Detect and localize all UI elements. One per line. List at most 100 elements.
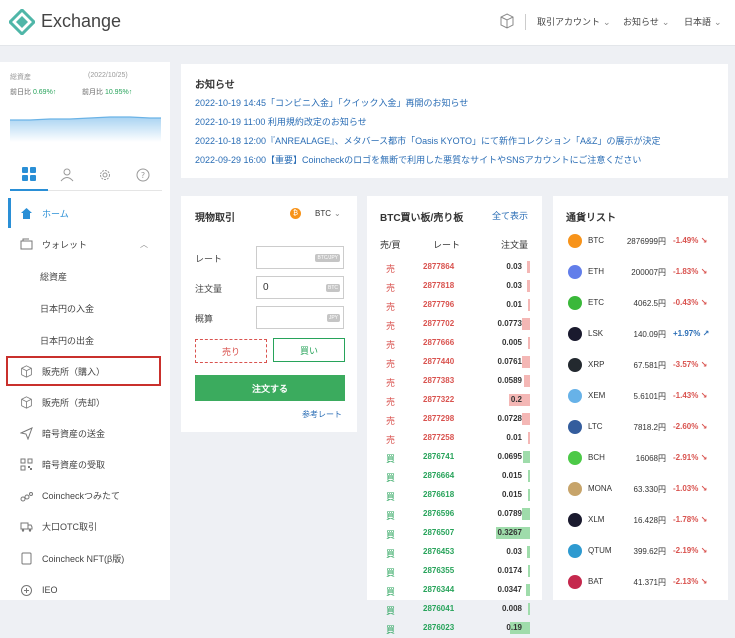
truck-icon xyxy=(18,518,34,534)
sidebar-item-label: 大口OTC取引 xyxy=(42,521,97,532)
depth-bar xyxy=(526,280,530,292)
order-book-row[interactable]: 買 2876453 0.03 xyxy=(367,543,542,562)
coin-symbol: LTC xyxy=(588,422,603,431)
sell-button[interactable]: 売り xyxy=(195,339,267,363)
amount-field[interactable]: 0 BTC xyxy=(256,276,344,299)
sidebar-item-home[interactable]: ホーム xyxy=(8,198,162,228)
sidebar-item-label: Coincheckつみたて xyxy=(42,490,121,501)
account-menu[interactable]: 取引アカウント ⌄ xyxy=(537,15,611,28)
order-rate: 2877383 xyxy=(423,376,455,385)
coin-row[interactable]: BTC 2876999円 -1.49% ↘ xyxy=(553,226,728,257)
order-side: 買 xyxy=(386,511,396,521)
place-order-button[interactable]: 注文する xyxy=(195,375,345,401)
coin-row[interactable]: XRP 67.581円 -3.57% ↘ xyxy=(553,350,728,381)
prev-day-change: 前日比 0.69%↑ xyxy=(10,89,57,96)
depth-bar xyxy=(528,337,530,349)
coin-row[interactable]: MONA 63.330円 -1.03% ↘ xyxy=(553,474,728,505)
language-menu[interactable]: 日本語 ⌄ xyxy=(684,15,722,28)
order-book-row[interactable]: 売 2877818 0.03 xyxy=(367,277,542,296)
sidebar-item-sell[interactable]: 販売所（売却） xyxy=(8,387,162,417)
estimate-unit-tag: JPY xyxy=(326,314,340,322)
sidebar-subitem-total-assets[interactable]: 総資産 xyxy=(40,270,67,283)
order-book-row[interactable]: 売 2877322 0.2 xyxy=(367,391,542,410)
coin-row[interactable]: BAT 41.371円 -2.13% ↘ xyxy=(553,567,728,598)
coin-symbol: XRP xyxy=(588,360,605,369)
sidebar-item-receive[interactable]: 暗号資産の受取 xyxy=(8,449,162,479)
news-item[interactable]: 2022-10-19 14:45「コンビニ入金」「クイック入金」再開のお知らせ xyxy=(195,96,468,109)
depth-bar xyxy=(522,356,530,368)
order-book-row[interactable]: 買 2876041 0.008 xyxy=(367,600,542,619)
order-book-row[interactable]: 売 2877864 0.03 xyxy=(367,258,542,277)
order-book-row[interactable]: 売 2877298 0.0728 xyxy=(367,410,542,429)
depth-bar xyxy=(521,318,530,330)
tab-dashboard[interactable] xyxy=(10,159,48,191)
notice-menu-label: お知らせ xyxy=(623,17,659,27)
coin-row[interactable]: ETC 4062.5円 -0.43% ↘ xyxy=(553,288,728,319)
order-book-row[interactable]: 買 2876355 0.0174 xyxy=(367,562,542,581)
coin-row[interactable]: LTC 7818.2円 -2.60% ↘ xyxy=(553,412,728,443)
order-book-row[interactable]: 売 2877702 0.0773 xyxy=(367,315,542,334)
order-side: 買 xyxy=(386,473,396,483)
news-item[interactable]: 2022-10-18 12:00『ANREALAGE』、メタバース都市「Oasi… xyxy=(195,134,660,147)
coin-price: 16.428円 xyxy=(633,516,666,525)
reference-rate-link[interactable]: 参考レート xyxy=(302,409,342,420)
order-side: 買 xyxy=(386,568,396,578)
order-book-row[interactable]: 買 2876741 0.0695 xyxy=(367,448,542,467)
stellar-icon xyxy=(568,513,582,527)
sidebar-subitem-jpy-withdraw[interactable]: 日本円の出金 xyxy=(40,334,94,347)
sidebar-item-nft[interactable]: Coincheck NFT(β版) xyxy=(8,543,162,573)
tab-settings[interactable] xyxy=(86,159,124,191)
sidebar-item-wallet[interactable]: ウォレット ︿ xyxy=(8,229,162,259)
sidebar-subitem-jpy-deposit[interactable]: 日本円の入金 xyxy=(40,302,94,315)
estimate-field[interactable]: JPY xyxy=(256,306,344,329)
notice-menu[interactable]: お知らせ ⌄ xyxy=(623,15,669,28)
news-item[interactable]: 2022-10-19 11:00 利用規約改定のお知らせ xyxy=(195,115,367,128)
chevron-down-icon: ⌄ xyxy=(334,209,341,218)
coin-list-panel: 通貨リスト BTC 2876999円 -1.49% ↘ ETH 200007円 -1.83… xyxy=(553,196,728,600)
coin-row[interactable]: ETH 200007円 -1.83% ↘ xyxy=(553,257,728,288)
coin-price: 2876999円 xyxy=(626,237,666,246)
sidebar-item-otc[interactable]: 大口OTC取引 xyxy=(8,511,162,541)
exchange-logo-icon[interactable] xyxy=(9,9,35,35)
coin-row[interactable]: XEM 5.6101円 -1.43% ↘ xyxy=(553,381,728,412)
coin-row[interactable]: BCH 16068円 -2.91% ↘ xyxy=(553,443,728,474)
coin-row[interactable]: QTUM 399.62円 -2.19% ↘ xyxy=(553,536,728,567)
news-item[interactable]: 2022-09-29 16:00【重要】Coincheckのロゴを無断で利用した… xyxy=(195,153,641,166)
order-book-row[interactable]: 買 2876023 0.19 xyxy=(367,619,542,638)
order-side: 買 xyxy=(386,492,396,502)
coin-row[interactable]: XLM 16.428円 -1.78% ↘ xyxy=(553,505,728,536)
buy-button[interactable]: 買い xyxy=(273,338,345,362)
rate-field[interactable]: BTC/JPY xyxy=(256,246,344,269)
tab-account[interactable] xyxy=(48,159,86,191)
order-qty: 0.0589 xyxy=(497,376,522,385)
sidebar-item-label: ホーム xyxy=(42,208,69,219)
language-menu-label: 日本語 xyxy=(684,17,712,27)
sidebar-item-send[interactable]: 暗号資産の送金 xyxy=(8,418,162,448)
order-book-row[interactable]: 売 2877666 0.005 xyxy=(367,334,542,353)
order-book-row[interactable]: 売 2877440 0.0761 xyxy=(367,353,542,372)
nft-icon xyxy=(18,550,34,566)
order-rate: 2876664 xyxy=(423,471,455,480)
show-all-link[interactable]: 全て表示 xyxy=(492,209,528,222)
sidebar-item-ieo[interactable]: IEO xyxy=(8,575,162,605)
tab-help[interactable]: ? xyxy=(124,159,162,191)
monacoin-icon xyxy=(568,482,582,496)
order-book-row[interactable]: 買 2876596 0.0789 xyxy=(367,505,542,524)
coin-change: -1.83% ↘ xyxy=(673,267,708,276)
cube-icon[interactable] xyxy=(499,13,515,29)
order-book-row[interactable]: 買 2876507 0.3267 xyxy=(367,524,542,543)
sidebar-item-tsumitate[interactable]: Coincheckつみたて xyxy=(8,480,162,510)
depth-bar xyxy=(528,470,530,482)
pair-select[interactable]: BTC ⌄ xyxy=(315,209,341,218)
order-book-row[interactable]: 売 2877258 0.01 xyxy=(367,429,542,448)
svg-text:?: ? xyxy=(141,171,145,180)
order-book-row[interactable]: 売 2877383 0.0589 xyxy=(367,372,542,391)
order-rate: 2877818 xyxy=(423,281,455,290)
order-book-row[interactable]: 売 2877796 0.01 xyxy=(367,296,542,315)
bitcoin-cash-icon xyxy=(568,451,582,465)
help-icon: ? xyxy=(136,168,150,182)
order-book-row[interactable]: 買 2876664 0.015 xyxy=(367,467,542,486)
order-book-row[interactable]: 買 2876344 0.0347 xyxy=(367,581,542,600)
order-book-row[interactable]: 買 2876618 0.015 xyxy=(367,486,542,505)
coin-row[interactable]: LSK 140.09円 +1.97% ↗ xyxy=(553,319,728,350)
